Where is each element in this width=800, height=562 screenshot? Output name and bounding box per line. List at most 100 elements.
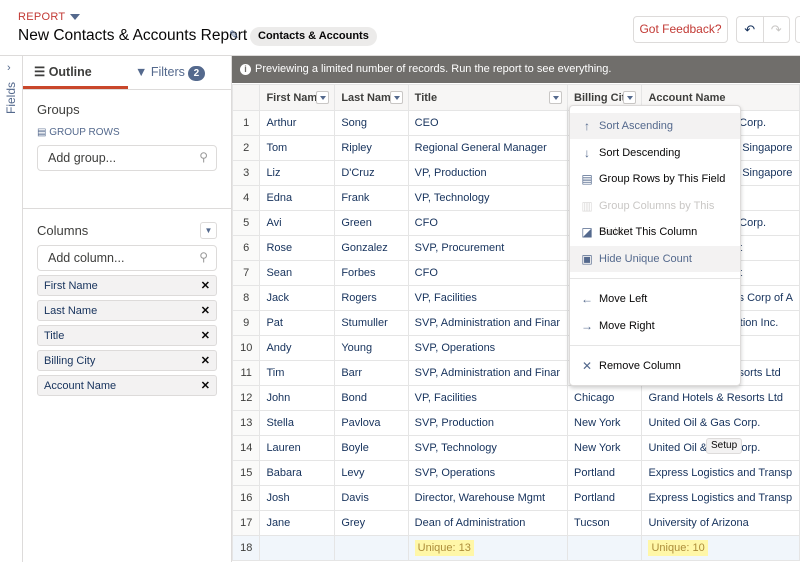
row-number: 3: [232, 160, 261, 186]
table-cell: Edna: [259, 185, 336, 211]
menu-divider: [570, 345, 740, 346]
column-pill[interactable]: First Name ✕: [37, 275, 217, 296]
column-pill[interactable]: Last Name ✕: [37, 300, 217, 321]
arrow-up-icon: ↑: [584, 119, 590, 133]
menu-item-remove-column[interactable]: ✕ Remove Column: [570, 353, 740, 379]
tab-outline[interactable]: ☰ Outline: [23, 56, 128, 89]
table-cell: John: [259, 385, 336, 411]
table-row: 15 Babara Levy SVP, Operations Portland Expre…: [232, 460, 800, 486]
column-actions-menu: ↑ Sort Ascending ↓ Sort Descending ▤ Group Ro…: [569, 105, 741, 386]
more-button[interactable]: [795, 16, 800, 43]
menu-item-label: Sort Descending: [599, 147, 681, 159]
fields-tab[interactable]: › Fields: [0, 56, 23, 562]
table-cell: Levy: [334, 460, 409, 486]
bucket-icon: ◪: [581, 225, 593, 239]
list-icon: ☰: [34, 65, 49, 79]
column-dropdown-icon[interactable]: [623, 91, 637, 104]
table-cell: Stumuller: [334, 310, 409, 336]
table-cell: Davis: [334, 485, 409, 511]
table-cell: Song: [334, 110, 409, 136]
row-number: 18: [232, 535, 261, 561]
menu-item-label: Bucket This Column: [599, 226, 698, 238]
table-cell: Green: [334, 210, 409, 236]
table-cell: Avi: [259, 210, 336, 236]
column-pill[interactable]: Account Name ✕: [37, 375, 217, 396]
remove-column-icon[interactable]: ✕: [201, 329, 210, 342]
table-cell: Grey: [334, 510, 409, 536]
edit-pencil-icon[interactable]: ✎: [229, 28, 239, 42]
arrow-down-icon: ↓: [584, 146, 590, 160]
column-dropdown-icon[interactable]: [389, 91, 403, 104]
table-cell: Portland: [567, 485, 643, 511]
tab-filters[interactable]: ▼ Filters 2: [135, 56, 205, 89]
table-cell: SVP, Administration and Finar: [407, 310, 569, 336]
tab-outline-label: Outline: [48, 65, 92, 79]
table-cell: Sean: [259, 260, 336, 286]
menu-item-sort-ascending[interactable]: ↑ Sort Ascending: [570, 113, 740, 139]
add-column-input[interactable]: Add column... ⚲: [37, 245, 217, 271]
column-header[interactable]: First Name: [259, 84, 336, 111]
column-dropdown-icon[interactable]: [549, 91, 563, 104]
menu-divider: [570, 278, 740, 279]
column-pill-label: Billing City: [44, 355, 96, 367]
row-number: 12: [232, 385, 261, 411]
remove-column-icon[interactable]: ✕: [201, 354, 210, 367]
menu-item-group-rows-by-this-field[interactable]: ▤ Group Rows by This Field: [570, 166, 740, 192]
row-number: 9: [232, 310, 261, 336]
info-text: Previewing a limited number of records. …: [255, 63, 612, 75]
table-cell: Forbes: [334, 260, 409, 286]
menu-item-move-right[interactable]: → Move Right: [570, 313, 740, 339]
summary-cell: [334, 535, 409, 561]
feedback-button[interactable]: Got Feedback?: [633, 16, 728, 43]
columns-menu-button[interactable]: ▼: [200, 222, 217, 239]
table-cell: Dean of Administration: [407, 510, 569, 536]
remove-column-icon[interactable]: ✕: [201, 304, 210, 317]
filter-icon: ▼: [135, 65, 148, 79]
table-cell: Express Logistics and Transp: [641, 485, 800, 511]
column-pill[interactable]: Title ✕: [37, 325, 217, 346]
column-header-label: Title: [414, 91, 438, 104]
column-dropdown-icon[interactable]: [316, 91, 330, 104]
group-rows-label: ▤ GROUP ROWS: [37, 127, 120, 138]
remove-column-icon[interactable]: ✕: [201, 379, 210, 392]
table-cell: Young: [334, 335, 409, 361]
row-number: 1: [232, 110, 261, 136]
menu-item-move-left[interactable]: ← Move Left: [570, 286, 740, 312]
table-cell: SVP, Administration and Finar: [407, 360, 569, 386]
menu-item-sort-descending[interactable]: ↓ Sort Descending: [570, 140, 740, 166]
close-icon: ✕: [581, 359, 593, 373]
menu-item-bucket-this-column[interactable]: ◪ Bucket This Column: [570, 219, 740, 245]
chevron-right-icon: ›: [7, 62, 11, 74]
table-cell: VP, Facilities: [407, 285, 569, 311]
undo-icon[interactable]: ↶: [737, 17, 763, 42]
group-rows-icon: ▤: [581, 172, 593, 186]
menu-item-label: Group Rows by This Field: [599, 173, 726, 185]
table-cell: Josh: [259, 485, 336, 511]
setup-tooltip: Setup: [706, 438, 743, 454]
columns-heading: Columns: [37, 223, 89, 238]
menu-item-label: Move Right: [599, 320, 655, 332]
groups-heading: Groups: [37, 102, 80, 117]
column-header[interactable]: Last Name: [334, 84, 409, 111]
table-cell: Grand Hotels & Resorts Ltd: [641, 385, 800, 411]
preview-info-bar: i Previewing a limited number of records.…: [232, 56, 800, 83]
row-number: 16: [232, 485, 261, 511]
table-cell: Jane: [259, 510, 336, 536]
remove-column-icon[interactable]: ✕: [201, 279, 210, 292]
column-pill-label: Account Name: [44, 380, 117, 392]
menu-item-hide-unique-count[interactable]: ▣ Hide Unique Count: [570, 246, 740, 272]
table-cell: Bond: [334, 385, 409, 411]
table-cell: Tim: [259, 360, 336, 386]
table-cell: Director, Warehouse Mgmt: [407, 485, 569, 511]
add-group-input[interactable]: Add group... ⚲: [37, 145, 217, 171]
row-number: 14: [232, 435, 261, 461]
report-type-menu[interactable]: REPORT: [18, 11, 81, 23]
table-cell: New York: [567, 410, 643, 436]
search-icon: ⚲: [199, 150, 208, 164]
column-pill-label: First Name: [44, 280, 98, 292]
column-header[interactable]: Title: [407, 84, 569, 111]
table-cell: Pat: [259, 310, 336, 336]
column-pill[interactable]: Billing City ✕: [37, 350, 217, 371]
table-cell: Ripley: [334, 135, 409, 161]
redo-icon[interactable]: ↷: [762, 17, 790, 42]
